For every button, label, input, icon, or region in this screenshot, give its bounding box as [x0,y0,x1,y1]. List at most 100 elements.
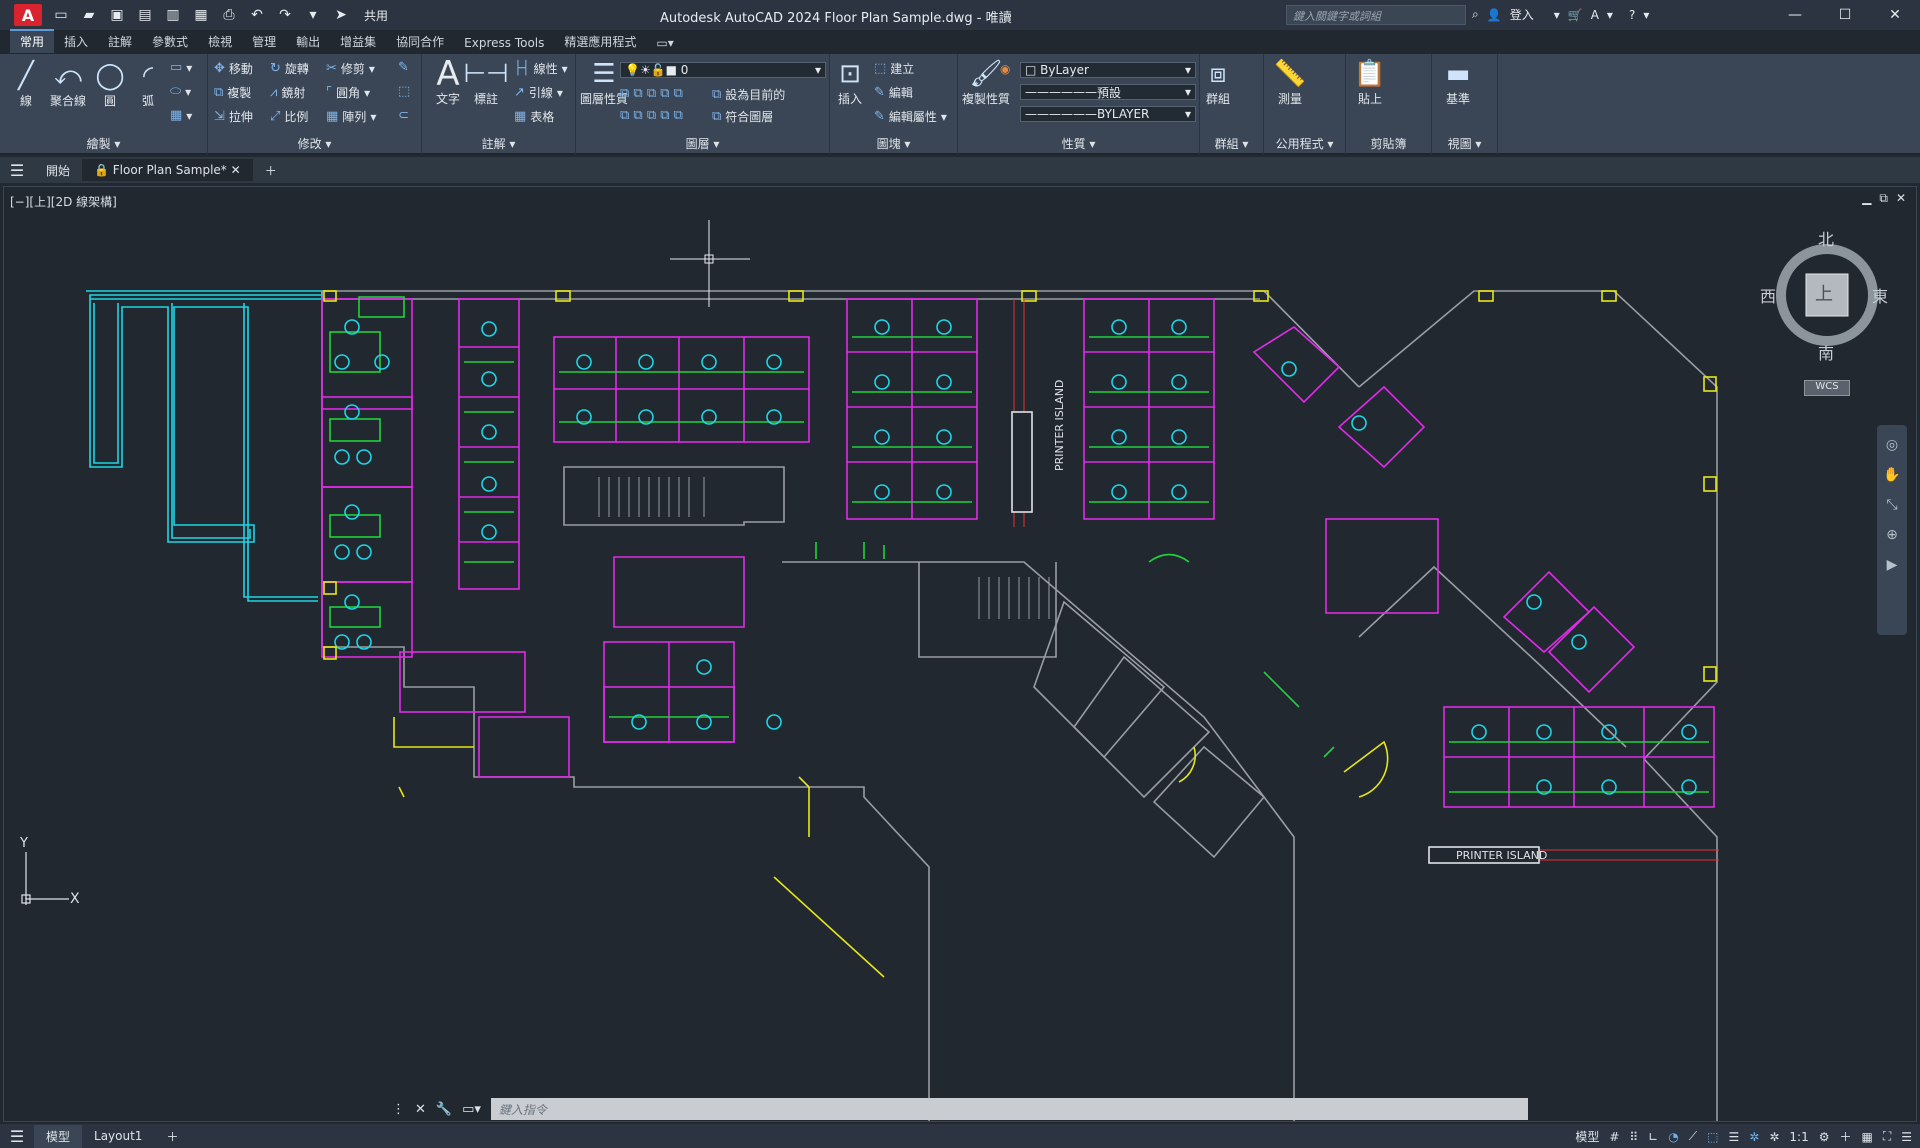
utilities-panel-label[interactable]: 公用程式 ▾ [1264,135,1345,152]
layer-dropdown[interactable]: 💡☀🔓■ 0 ▾ [620,62,826,78]
viewport-controls-label[interactable]: [−][上][2D 線架構] [10,193,117,210]
edit-attributes-button[interactable]: ✎ 編輯屬性 ▾ [874,108,947,125]
rotate-button[interactable]: ↻ 旋轉 [270,60,309,77]
annotation-visibility-icon[interactable]: ✲ [1749,1130,1759,1144]
array-button[interactable]: ▦ 陣列 ▾ [326,108,376,125]
paste-tool[interactable]: 📋 貼上 [1354,58,1386,107]
new-tab-icon[interactable]: ＋ [253,158,289,183]
open-icon[interactable]: ▰ [80,6,98,24]
text-tool[interactable]: A 文字 [432,54,464,107]
isodraft-icon[interactable]: ⟋ [1689,1129,1697,1144]
menu-icon[interactable]: ☰ [0,161,34,180]
view-panel-label[interactable]: 視圖 ▾ [1432,135,1497,152]
insert-tool[interactable]: ⊡ 插入 [834,58,866,107]
arc-tool[interactable]: ◜ 弧 [132,60,164,109]
tab-addins[interactable]: 增益集 [330,31,386,53]
lineweight-icon[interactable]: ☰ [1729,1130,1740,1144]
cart-icon[interactable]: 🛒 [1568,8,1583,22]
units-icon[interactable]: ▦ [1861,1130,1872,1144]
table-button[interactable]: ▦ 表格 [514,108,554,125]
erase-icon[interactable]: ✎ [398,60,409,75]
circle-tool[interactable]: ◯ 圓 [94,60,126,109]
properties-panel-label[interactable]: 性質 ▾ [958,135,1199,152]
ortho-icon[interactable]: ∟ [1648,1130,1658,1144]
plot-icon[interactable]: ⎙ [220,6,238,24]
search-input[interactable]: 鍵入關鍵字或詞組 [1286,5,1466,25]
add-layout-icon[interactable]: ＋ [154,1125,190,1148]
measure-tool[interactable]: 📏 測量 [1274,58,1306,107]
line-tool[interactable]: ╱ 線 [10,60,42,109]
linear-button[interactable]: ├┤ 線性 ▾ [514,60,568,77]
undo-icon[interactable]: ↶ [248,6,266,24]
copy-button[interactable]: ⧉ 複製 [214,84,251,101]
tab-home[interactable]: 常用 [10,29,55,53]
viewcube-top-face[interactable]: 上 [1815,280,1833,306]
web-save-icon[interactable]: ▦ [192,6,210,24]
autocad-logo-icon[interactable]: A [14,4,42,26]
chevron-down-icon[interactable]: ▾ [1554,8,1560,22]
grid-icon[interactable]: # [1609,1130,1619,1144]
command-close-icon[interactable]: ✕ [415,1102,426,1117]
viewcube-east[interactable]: 東 [1872,283,1888,307]
scale-readout[interactable]: 1:1 [1789,1130,1808,1144]
linetype-dropdown[interactable]: —————— 預設 ▾ [1020,84,1196,100]
create-block-button[interactable]: ⬚ 建立 [874,60,914,77]
wcs-button[interactable]: WCS [1804,380,1850,396]
tab-output[interactable]: 輸出 [286,31,330,53]
tab-express-tools[interactable]: Express Tools [454,34,554,53]
minimize-viewport-icon[interactable]: ▁ [1862,191,1871,206]
tab-manage[interactable]: 管理 [242,31,286,53]
groups-panel-label[interactable]: 群組 ▾ [1200,135,1263,152]
save-icon[interactable]: ▣ [108,6,126,24]
zoom-extents-icon[interactable]: ⤡ [1886,497,1897,513]
offset-icon[interactable]: ⊂ [398,108,409,123]
user-icon[interactable]: 👤 [1487,8,1502,22]
rectangle-icon[interactable]: ▭ ▾ [170,60,192,75]
command-input[interactable]: 鍵入指令 [490,1098,1528,1120]
restore-viewport-icon[interactable]: ⧉ [1879,191,1888,206]
tab-collaborate[interactable]: 協同合作 [386,31,454,53]
start-tab[interactable]: 開始 [34,158,82,183]
customize-status-icon[interactable]: ☰ [1901,1130,1912,1144]
command-history-icon[interactable]: ▭▾ [462,1102,481,1117]
clipboard-panel-label[interactable]: 剪貼簿 [1346,135,1431,152]
redo-icon[interactable]: ↷ [276,6,294,24]
tab-view[interactable]: 檢視 [198,31,242,53]
explode-icon[interactable]: ⬚ [398,84,410,99]
match-layer-button[interactable]: ⧉ 符合圖層 [712,108,773,125]
web-open-icon[interactable]: ▥ [164,6,182,24]
annotation-scale-icon[interactable]: ✲ [1769,1130,1779,1144]
mirror-button[interactable]: ⩘ 鏡射 [270,84,305,101]
hatch-icon[interactable]: ▦ ▾ [170,108,192,123]
group-tool[interactable]: ⧈ 群組 [1202,58,1234,107]
layout1-tab[interactable]: Layout1 [82,1126,154,1146]
model-space-button[interactable]: 模型 [1575,1128,1599,1145]
help-icon[interactable]: ? [1629,8,1635,22]
base-view-tool[interactable]: ▬ 基準 [1442,58,1474,107]
minimize-icon[interactable]: — [1770,0,1820,30]
layers-panel-label[interactable]: 圖層 ▾ [576,135,829,152]
scale-button[interactable]: ⤢ 比例 [270,108,308,125]
trim-button[interactable]: ✂ 修剪 ▾ [326,60,375,77]
leader-button[interactable]: ↗ 引線 ▾ [514,84,563,101]
layer-tools-row[interactable]: ⧉ ⧉ ⧉ ⧉ ⧉ [620,86,683,101]
set-current-button[interactable]: ⧉ 設為目前的 [712,86,785,103]
clean-screen-icon[interactable]: ⛶ [1883,1129,1891,1144]
color-dropdown[interactable]: □ ByLayer ▾ [1020,62,1196,78]
showmotion-icon[interactable]: ▶ [1887,557,1898,573]
save-as-icon[interactable]: ▤ [136,6,154,24]
stretch-button[interactable]: ⇲ 拉伸 [214,108,253,125]
tab-annotate[interactable]: 註解 [98,31,142,53]
close-tab-icon[interactable]: ✕ [231,163,241,177]
drawing-tab[interactable]: 🔒 Floor Plan Sample* ✕ [82,159,253,181]
search-icon[interactable]: ⌕ [1472,7,1479,22]
color-wheel-icon[interactable]: ◉ [1000,62,1010,76]
lineweight-dropdown[interactable]: —————— BYLAYER ▾ [1020,106,1196,122]
share-icon[interactable]: ➤ [332,6,350,24]
layout-menu-icon[interactable]: ☰ [0,1127,34,1146]
drawing-viewport[interactable]: Y X PRINTER ISLAND PRINTER ISLAND [−][上]… [3,186,1917,1122]
new-icon[interactable]: ▭ [52,6,70,24]
layer-tools-row-2[interactable]: ⧉ ⧉ ⧉ ⧉ ⧉ [620,108,683,123]
close-viewport-icon[interactable]: ✕ [1896,191,1906,206]
fillet-button[interactable]: ⌜ 圓角 ▾ [326,84,370,101]
